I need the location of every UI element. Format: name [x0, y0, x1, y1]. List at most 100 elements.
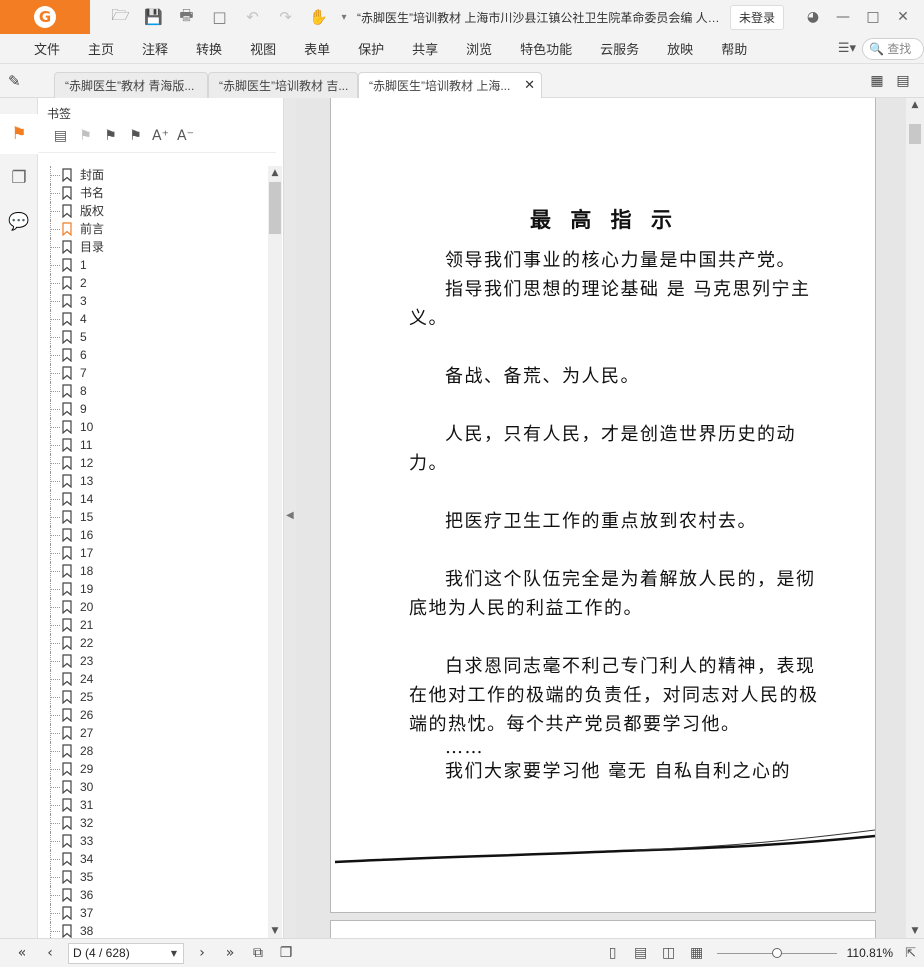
export-icon[interactable]: □ [203, 8, 236, 26]
bookmark-item[interactable]: 35 [48, 868, 268, 886]
bookmark-item[interactable]: 版权 [48, 202, 268, 220]
bookmark-item[interactable]: 8 [48, 382, 268, 400]
decrease-font-icon[interactable]: A⁻ [173, 128, 198, 144]
document-tab-1[interactable]: “赤脚医生”教材 青海版... [54, 72, 208, 98]
undo-icon[interactable]: ↶ [236, 8, 269, 26]
close-icon[interactable]: ✕ [888, 9, 918, 25]
scroll-thumb[interactable] [269, 182, 281, 234]
collapse-panel-icon[interactable]: ◀ [286, 510, 294, 521]
menu-protect[interactable]: 保护 [344, 39, 398, 58]
hand-tool-icon[interactable]: ✋ [302, 8, 335, 26]
bookmark-item[interactable]: 27 [48, 724, 268, 742]
menu-home[interactable]: 主页 [74, 39, 128, 58]
scroll-down-icon[interactable]: ▼ [908, 924, 922, 938]
bookmark-item[interactable]: 20 [48, 598, 268, 616]
bookmark-item[interactable]: 23 [48, 652, 268, 670]
bookmark-item[interactable]: 18 [48, 562, 268, 580]
chevron-down-icon[interactable]: ▼ [171, 949, 177, 958]
bookmark-item[interactable]: 22 [48, 634, 268, 652]
menu-comment[interactable]: 注释 [128, 39, 182, 58]
search-input[interactable]: 🔍 查找 [862, 37, 924, 60]
crop-icon[interactable]: ❐ [272, 945, 300, 961]
bookmark-item[interactable]: 17 [48, 544, 268, 562]
skin-icon[interactable]: ◕ [798, 9, 828, 25]
save-icon[interactable]: 💾 [137, 8, 170, 26]
increase-font-icon[interactable]: A⁺ [148, 128, 173, 144]
menu-slideshow[interactable]: 放映 [653, 39, 707, 58]
zoom-slider[interactable] [716, 947, 837, 958]
bookmark-item[interactable]: 38 [48, 922, 268, 938]
page-thumbnails-icon[interactable]: ❐ [0, 158, 38, 198]
fullscreen-icon[interactable]: ⇱ [905, 946, 916, 961]
page-number-input[interactable]: D (4 / 628) ▼ [68, 942, 184, 964]
bookmark-item[interactable]: 31 [48, 796, 268, 814]
scroll-down-icon[interactable]: ▼ [268, 924, 282, 938]
bookmark-item[interactable]: 3 [48, 292, 268, 310]
close-tab-icon[interactable]: ✕ [524, 77, 535, 93]
bookmark-item[interactable]: 5 [48, 328, 268, 346]
menu-browse[interactable]: 浏览 [452, 39, 506, 58]
print-icon[interactable]: 🖶 [170, 5, 203, 30]
login-button[interactable]: 未登录 [729, 4, 784, 30]
scroll-up-icon[interactable]: ▲ [908, 98, 922, 112]
bookmark-item[interactable]: 25 [48, 688, 268, 706]
bookmark-current-icon[interactable]: ⚑ [123, 128, 148, 144]
maximize-icon[interactable]: □ [858, 9, 888, 25]
tab-grid-icon[interactable]: ▦ [864, 73, 890, 89]
bookmark-item[interactable]: 24 [48, 670, 268, 688]
menu-view[interactable]: 视图 [236, 39, 290, 58]
bookmark-item[interactable]: 36 [48, 886, 268, 904]
bookmark-item[interactable]: 14 [48, 490, 268, 508]
minimize-icon[interactable]: — [828, 9, 858, 25]
bookmark-item[interactable]: 1 [48, 256, 268, 274]
menu-cloud[interactable]: 云服务 [586, 39, 653, 58]
prev-page-icon[interactable]: ‹ [36, 945, 64, 961]
bookmark-item[interactable]: 7 [48, 364, 268, 382]
search-options-icon[interactable]: ☰▾ [832, 41, 862, 56]
dropdown-icon[interactable]: ▾ [335, 12, 353, 23]
menu-file[interactable]: 文件 [0, 39, 74, 58]
document-tab-3[interactable]: “赤脚医生”培训教材 上海... ✕ [358, 72, 542, 98]
document-tab-2[interactable]: “赤脚医生”培训教材 吉... [208, 72, 358, 98]
tab-list-icon[interactable]: ▤ [890, 73, 916, 89]
bookmark-item[interactable]: 书名 [48, 184, 268, 202]
bookmark-item[interactable]: 6 [48, 346, 268, 364]
bookmark-item[interactable]: 13 [48, 472, 268, 490]
add-bookmark-icon[interactable]: ⚑ [73, 128, 98, 144]
bookmark-item[interactable]: 前言 [48, 220, 268, 238]
first-page-icon[interactable]: « [8, 945, 36, 961]
menu-features[interactable]: 特色功能 [506, 39, 586, 58]
bookmark-panel-icon[interactable]: ⚑ [0, 114, 38, 154]
menu-form[interactable]: 表单 [290, 39, 344, 58]
bookmark-item[interactable]: 2 [48, 274, 268, 292]
thumbnail-view-icon[interactable]: ▦ [683, 945, 711, 961]
bookmark-item[interactable]: 34 [48, 850, 268, 868]
menu-share[interactable]: 共享 [398, 39, 452, 58]
app-logo[interactable]: G [0, 0, 90, 34]
bookmark-item[interactable]: 4 [48, 310, 268, 328]
bookmark-item[interactable]: 32 [48, 814, 268, 832]
bookmark-item[interactable]: 26 [48, 706, 268, 724]
bookmark-item[interactable]: 16 [48, 526, 268, 544]
redo-icon[interactable]: ↷ [269, 8, 302, 26]
bookmark-scrollbar[interactable]: ▲ ▼ [268, 166, 282, 938]
scroll-up-icon[interactable]: ▲ [268, 166, 282, 180]
comments-icon[interactable]: 💬 [0, 202, 38, 242]
bookmark-icon[interactable]: ⚑ [98, 128, 123, 144]
bookmark-item[interactable]: 11 [48, 436, 268, 454]
last-page-icon[interactable]: » [216, 945, 244, 961]
bookmark-item[interactable]: 目录 [48, 238, 268, 256]
bookmark-item[interactable]: 12 [48, 454, 268, 472]
document-scrollbar[interactable]: ▲ ▼ [906, 98, 924, 938]
bookmark-options-icon[interactable]: ▤ [48, 128, 73, 144]
menu-convert[interactable]: 转换 [182, 39, 236, 58]
bookmark-item[interactable]: 15 [48, 508, 268, 526]
bookmark-item[interactable]: 9 [48, 400, 268, 418]
single-page-icon[interactable]: ▯ [599, 945, 627, 961]
bookmark-item[interactable]: 30 [48, 778, 268, 796]
bookmark-item[interactable]: 21 [48, 616, 268, 634]
bookmark-item[interactable]: 10 [48, 418, 268, 436]
scroll-thumb[interactable] [909, 124, 921, 144]
two-page-icon[interactable]: ◫ [655, 945, 683, 961]
menu-help[interactable]: 帮助 [707, 39, 761, 58]
